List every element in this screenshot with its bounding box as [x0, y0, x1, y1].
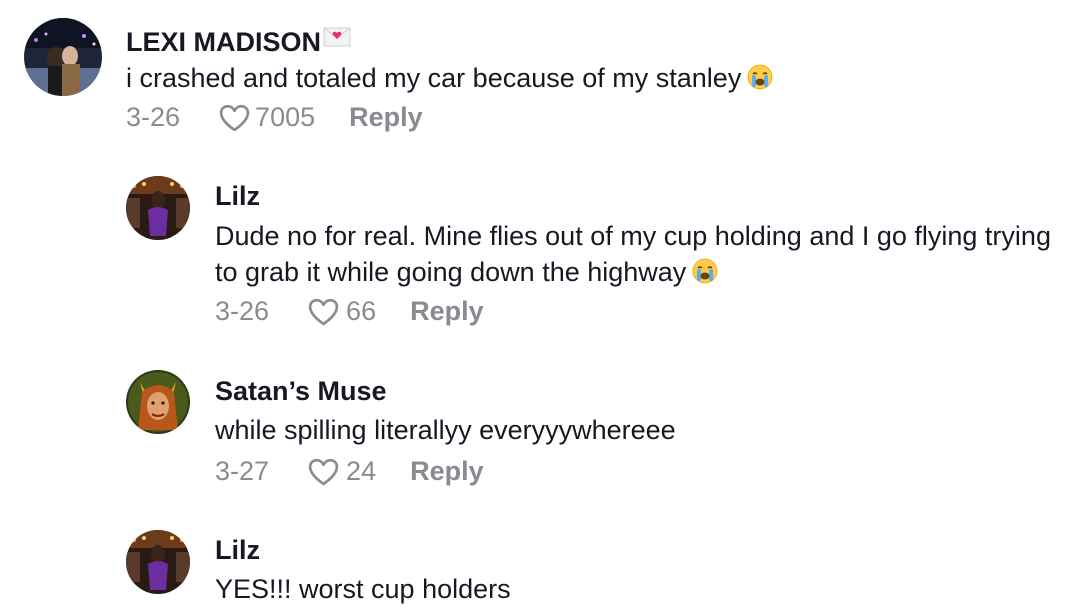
avatar[interactable]: [126, 370, 190, 434]
comment-date: 3-26: [126, 102, 181, 132]
love-letter-icon: [323, 22, 351, 47]
loudly-crying-face-icon: [692, 257, 718, 284]
comment-date: 3-27: [215, 456, 270, 486]
comment-meta: 3-27 24 Reply: [215, 455, 484, 487]
comment-date: 3-26: [215, 296, 270, 326]
reply-button[interactable]: Reply: [410, 455, 484, 487]
comment-text: while spilling literallyy everyyywhereee: [215, 412, 1065, 448]
avatar[interactable]: [24, 18, 102, 96]
comment-text: YES!!! worst cup holders: [215, 571, 1065, 607]
heart-outline-icon: [219, 104, 250, 131]
like-count: 7005: [255, 102, 316, 132]
comment-text-content: i crashed and totaled my car because of …: [126, 63, 742, 93]
heart-outline-icon: [308, 298, 339, 325]
comment-meta: 3-26 7005 Reply: [126, 101, 423, 133]
comment-username[interactable]: LEXI MADISON: [126, 22, 351, 58]
reply-button[interactable]: Reply: [410, 295, 484, 327]
comment-username[interactable]: Lilz: [215, 180, 260, 212]
comment-text-content: YES!!! worst cup holders: [215, 574, 511, 604]
like-count: 66: [346, 296, 377, 326]
comment-satans-muse-reply: Satan’s Muse while spilling literallyy e…: [0, 360, 1078, 500]
loudly-crying-face-icon: [747, 63, 773, 90]
comment-username[interactable]: Lilz: [215, 534, 260, 566]
comment-lilz-reply: Lilz Dude no for real. Mine flies out of…: [0, 160, 1078, 340]
reply-button[interactable]: Reply: [349, 101, 423, 133]
comment-lilz-second-reply: Lilz YES!!! worst cup holders: [0, 520, 1078, 614]
comment-text: i crashed and totaled my car because of …: [126, 60, 1056, 96]
like-button[interactable]: 7005: [218, 101, 315, 133]
comment-text-content: while spilling literallyy everyyywhereee: [215, 415, 676, 445]
like-count: 24: [346, 456, 377, 486]
comment-text: Dude no for real. Mine flies out of my c…: [215, 218, 1065, 290]
comment-username[interactable]: Satan’s Muse: [215, 375, 387, 407]
comment-text-content: Dude no for real. Mine flies out of my c…: [215, 221, 1051, 287]
avatar[interactable]: [126, 530, 190, 594]
avatar[interactable]: [126, 176, 190, 240]
comment-meta: 3-26 66 Reply: [215, 295, 484, 327]
like-button[interactable]: 66: [307, 295, 376, 327]
heart-outline-icon: [308, 458, 339, 485]
comment-username-text: LEXI MADISON: [126, 27, 322, 57]
comment-lexi-madison: LEXI MADISON i crashed and totaled my ca…: [0, 0, 1078, 150]
like-button[interactable]: 24: [307, 455, 376, 487]
